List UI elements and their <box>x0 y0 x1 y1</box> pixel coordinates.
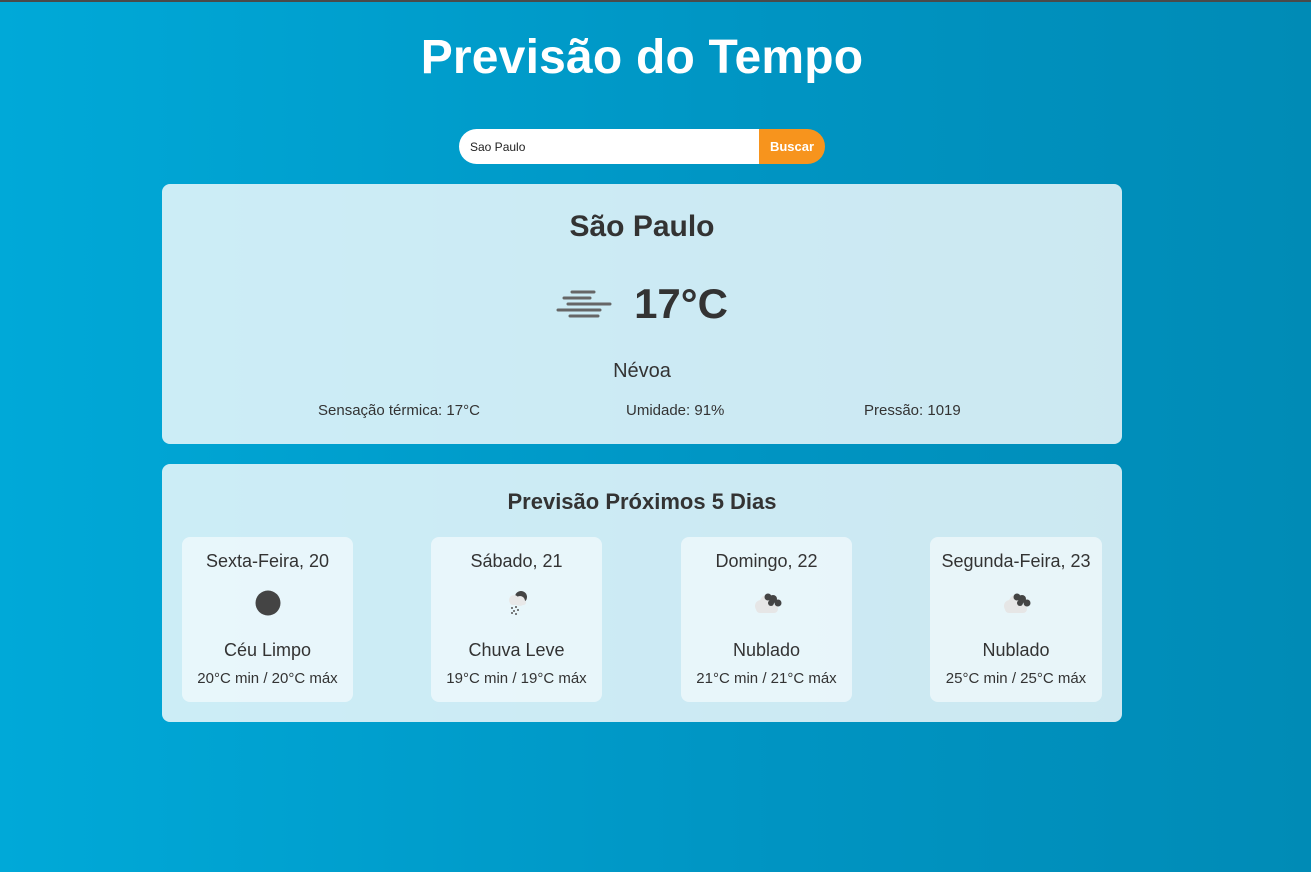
forecast-title: Previsão Próximos 5 Dias <box>507 489 777 514</box>
top-border <box>0 0 1311 2</box>
cloudy-icon <box>1004 593 1031 613</box>
current-temperature: 17°C <box>634 280 728 327</box>
cloudy-icon <box>754 593 781 613</box>
forecast-day-range: 19°C min / 19°C máx <box>446 670 587 687</box>
forecast-day-range: 25°C min / 25°C máx <box>945 670 1087 687</box>
feels-like: Sensação térmica: 17°C <box>318 402 480 419</box>
mist-icon <box>556 290 612 318</box>
forecast-card: Previsão Próximos 5 Dias Sexta-Feira, 20… <box>162 464 1122 722</box>
forecast-day-description: Chuva Leve <box>468 640 565 660</box>
forecast-day-name: Segunda-Feira, 23 <box>941 551 1091 571</box>
forecast-day: Domingo, 22 Nublado 21°C min / 21°C máx <box>681 537 852 702</box>
forecast-day-name: Sábado, 21 <box>470 551 563 571</box>
current-temperature-row: 17°C <box>162 280 1122 328</box>
current-weather-card: São Paulo 17°C Névoa Sensação térmica: 1… <box>162 184 1122 444</box>
forecast-day-description: Céu Limpo <box>223 640 312 660</box>
forecast-day: Sábado, 21 Chuva Leve 19°C min / 19°C má… <box>431 537 602 702</box>
light-rain-icon <box>508 591 527 615</box>
humidity: Umidade: 91% <box>626 402 725 419</box>
search-button[interactable]: Buscar <box>759 129 825 164</box>
clear-sky-icon <box>255 590 280 616</box>
forecast-day-description: Nublado <box>982 640 1050 660</box>
forecast-day-range: 20°C min / 20°C máx <box>197 670 338 687</box>
forecast-day: Segunda-Feira, 23 Nublado 25°C min / 25°… <box>930 537 1102 702</box>
forecast-day-range: 21°C min / 21°C máx <box>696 670 837 687</box>
city-search-input[interactable] <box>459 129 759 164</box>
search-bar: Buscar <box>459 129 825 164</box>
forecast-day: Sexta-Feira, 20 Céu Limpo 20°C min / 20°… <box>182 537 353 702</box>
pressure: Pressão: 1019 <box>864 402 961 419</box>
forecast-day-description: Nublado <box>732 640 801 660</box>
city-name: São Paulo <box>569 210 715 243</box>
weather-description: Névoa <box>613 360 671 382</box>
page-title: Previsão do Tempo <box>420 31 864 84</box>
forecast-day-name: Domingo, 22 <box>715 551 818 571</box>
forecast-day-name: Sexta-Feira, 20 <box>205 551 330 571</box>
weather-details: Sensação térmica: 17°C Umidade: 91% Pres… <box>162 402 1122 422</box>
